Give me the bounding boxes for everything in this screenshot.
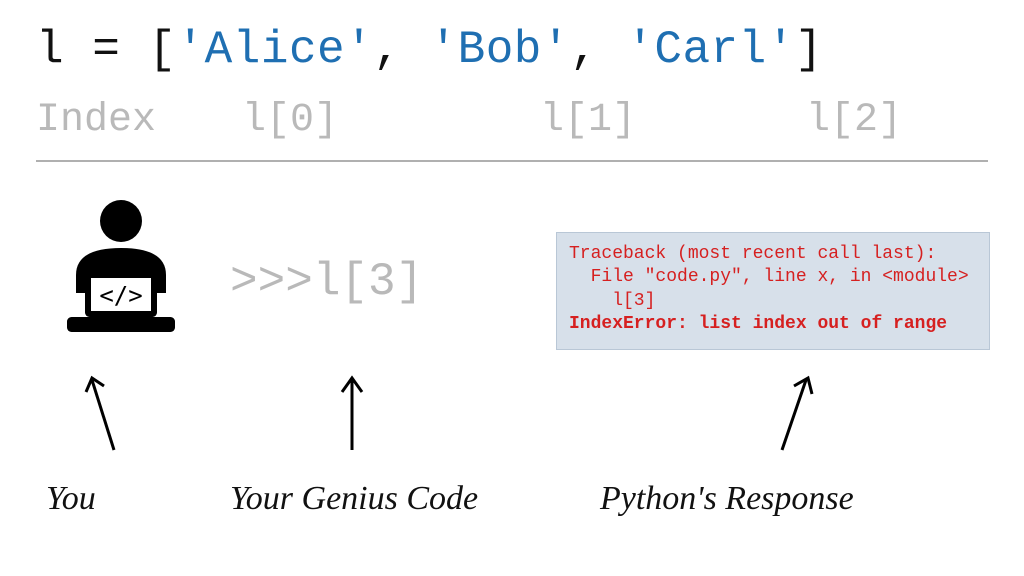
coder-icon: </> xyxy=(46,188,196,338)
arrow-you xyxy=(74,370,134,460)
code-item-0: 'Alice' xyxy=(177,24,374,76)
traceback-box: Traceback (most recent call last): File … xyxy=(556,232,990,350)
divider-line xyxy=(36,160,988,162)
code-sep-0: , xyxy=(373,24,429,76)
caption-code: Your Genius Code xyxy=(230,480,478,518)
code-sep-1: , xyxy=(570,24,626,76)
index-label: Index xyxy=(36,98,156,143)
traceback-error: IndexError: list index out of range xyxy=(569,314,947,334)
traceback-line-1: Traceback (most recent call last): xyxy=(569,244,936,264)
arrow-response xyxy=(764,370,824,460)
code-item-2: 'Carl' xyxy=(626,24,795,76)
index-cell-0: l[0] xyxy=(242,98,338,143)
traceback-line-3: l[3] xyxy=(569,291,655,311)
repl-prompt: >>>l[3] xyxy=(230,256,423,308)
svg-text:</>: </> xyxy=(99,282,142,310)
code-post: ] xyxy=(795,24,823,76)
code-item-1: 'Bob' xyxy=(429,24,570,76)
caption-response: Python's Response xyxy=(600,480,854,518)
traceback-line-2: File "code.py", line x, in <module> xyxy=(569,267,969,287)
code-pre: l = [ xyxy=(36,24,177,76)
index-cell-1: l[1] xyxy=(540,98,636,143)
caption-you: You xyxy=(46,480,96,518)
list-definition: l = ['Alice', 'Bob', 'Carl'] xyxy=(36,24,823,76)
arrow-code xyxy=(322,370,382,460)
index-cell-2: l[2] xyxy=(806,98,902,143)
